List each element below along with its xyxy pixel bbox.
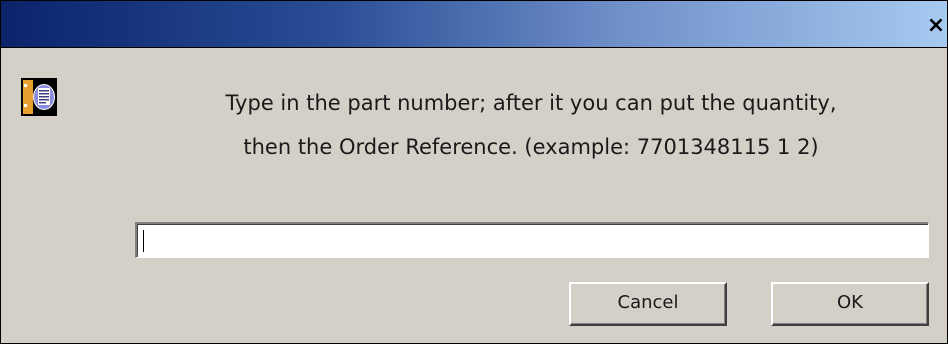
close-button[interactable]: × <box>925 11 947 41</box>
message-line-1: Type in the part number; after it you ca… <box>225 91 837 115</box>
input-dialog: × Type in the part number; after it you … <box>0 0 948 344</box>
part-number-input[interactable] <box>135 222 929 258</box>
message-line-2: then the Order Reference. (example: 7701… <box>243 135 819 159</box>
cancel-button[interactable]: Cancel <box>569 282 727 326</box>
info-document-icon <box>21 78 57 116</box>
dialog-message: Type in the part number; after it you ca… <box>131 81 931 169</box>
text-caret <box>143 230 144 252</box>
ok-button[interactable]: OK <box>771 282 929 326</box>
title-bar[interactable]: × <box>1 1 947 48</box>
